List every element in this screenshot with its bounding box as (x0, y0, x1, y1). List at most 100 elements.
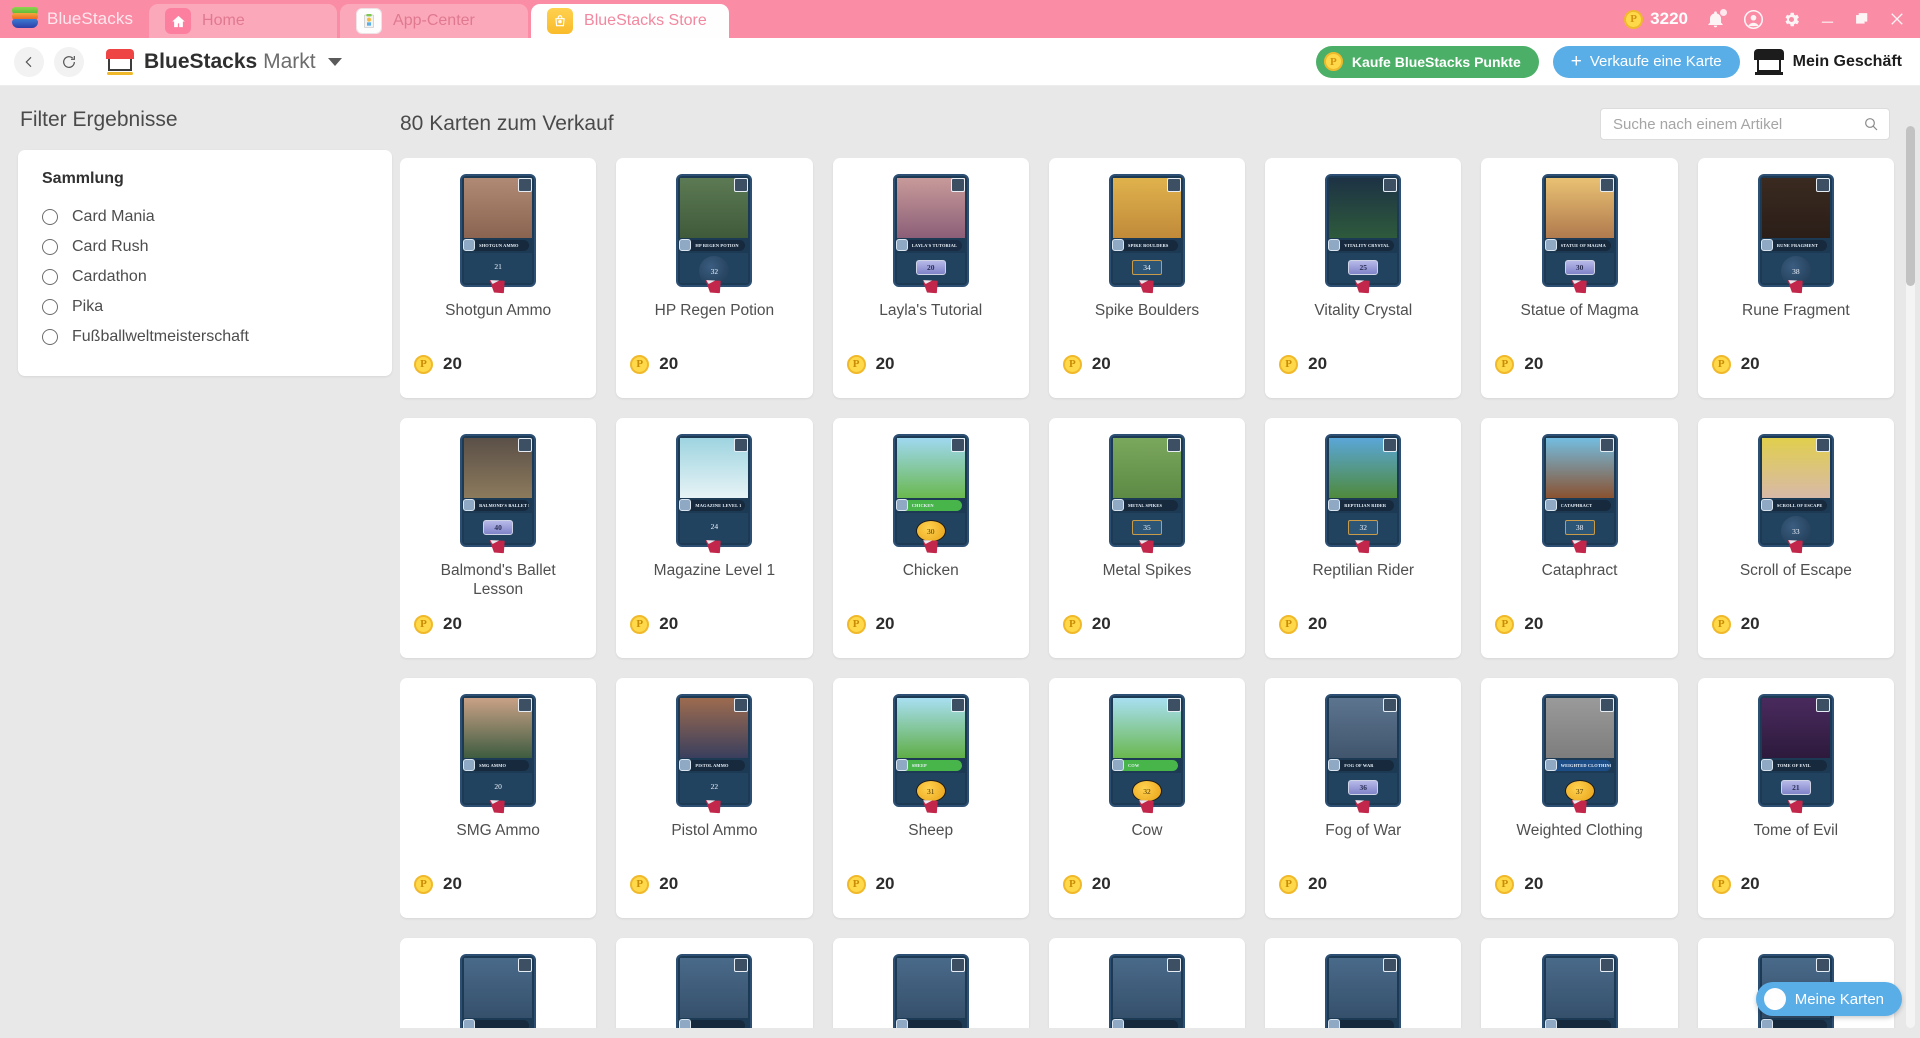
market-card[interactable]: P (1048, 938, 1246, 1028)
points-coin-icon: P (1624, 9, 1644, 29)
search-input[interactable] (1600, 108, 1890, 140)
card-artwork: Balmond's Ballet Lesson 40 (460, 434, 537, 547)
market-card[interactable]: Spike Boulders 34 Spike Boulders P 20 (1048, 158, 1246, 398)
cards-scroll-area[interactable]: Shotgun Ammo 21 Shotgun Ammo P 20 HP Regen Po… (400, 158, 1920, 1028)
market-card[interactable]: Rune Fragment 38 Rune Fragment P 20 (1697, 158, 1894, 398)
collection-option-2[interactable]: Cardathon (42, 262, 368, 292)
market-card[interactable]: Tome of Evil 21 Tome of Evil P 20 (1697, 678, 1894, 918)
card-price: P 20 (414, 614, 462, 634)
card-artwork (1325, 954, 1402, 1028)
radio-icon[interactable] (42, 209, 58, 225)
card-price-value: 20 (1524, 874, 1544, 893)
collection-group-title: Sammlung (42, 170, 124, 187)
card-price: P 20 (414, 874, 462, 894)
card-name: Weighted Clothing (1516, 822, 1643, 839)
card-art-name: Spike Boulders (1127, 243, 1169, 248)
card-price-value: 20 (1740, 614, 1760, 633)
market-card[interactable]: P (616, 938, 813, 1028)
gear-icon[interactable] (1782, 10, 1801, 29)
card-name: Vitality Crystal (1314, 302, 1413, 319)
back-arrow-icon[interactable] (14, 46, 44, 77)
element-icon (1760, 239, 1773, 251)
rarity-icon (518, 958, 533, 972)
card-artwork: Cataphract 38 (1541, 434, 1618, 547)
market-card[interactable]: Statue of Magma 30 Statue of Magma P 20 (1481, 158, 1678, 398)
market-card[interactable]: Shotgun Ammo 21 Shotgun Ammo P 20 (400, 158, 597, 398)
card-name: Layla's Tutorial (879, 302, 983, 319)
tab-bluestacks-store[interactable]: BlueStacks Store (531, 4, 729, 38)
element-icon (1760, 499, 1773, 511)
card-artwork: Chicken 30 (892, 434, 969, 547)
card-artwork: Tome of Evil 21 (1757, 694, 1834, 807)
radio-icon[interactable] (42, 299, 58, 315)
collection-option-1[interactable]: Card Rush (42, 232, 368, 262)
card-artwork (460, 954, 537, 1028)
points-indicator[interactable]: P 3220 (1624, 9, 1688, 29)
rarity-icon (1599, 958, 1614, 972)
card-price-value: 20 (875, 614, 895, 633)
account-icon[interactable] (1743, 9, 1764, 30)
card-value-badge: 21 (494, 262, 502, 271)
bell-icon[interactable] (1706, 8, 1727, 29)
market-card[interactable]: Sheep 31 Sheep P 20 (832, 678, 1029, 918)
tab-app-center[interactable]: App-Center (340, 4, 529, 38)
filter-sidebar: Filter Ergebnisse Sammlung Card Mania Car… (0, 86, 400, 1038)
radio-icon[interactable] (42, 239, 58, 255)
market-card[interactable]: P (400, 938, 597, 1028)
market-card[interactable]: Layla's Tutorial 20 Layla's Tutorial P 20 (832, 158, 1029, 398)
radio-icon[interactable] (42, 329, 58, 345)
card-artwork: Metal Spikes 35 (1108, 434, 1185, 547)
collection-option-4[interactable]: Fußballweltmeisterschaft (42, 322, 368, 352)
market-card[interactable]: Pistol Ammo 22 Pistol Ammo P 20 (616, 678, 813, 918)
points-coin-icon: P (630, 614, 650, 634)
market-card[interactable]: P (832, 938, 1029, 1028)
close-icon[interactable] (1888, 10, 1906, 28)
market-card[interactable]: HP Regen Potion 32 HP Regen Potion P 20 (616, 158, 813, 398)
card-price-value: 20 (875, 874, 895, 893)
market-card[interactable]: Magazine Level 1 24 Magazine Level 1 P 20 (616, 418, 813, 658)
market-card[interactable]: P (1481, 938, 1678, 1028)
market-card[interactable]: P (1265, 938, 1462, 1028)
minimize-icon[interactable] (1819, 11, 1836, 28)
market-card[interactable]: Fog of War 36 Fog of War P 20 (1265, 678, 1462, 918)
market-card[interactable]: Cataphract 38 Cataphract P 20 (1481, 418, 1678, 658)
card-art-name: HP Regen Potion (695, 243, 739, 248)
card-price-value: 20 (1740, 874, 1760, 893)
tab-home[interactable]: Home (149, 4, 338, 38)
buy-bluestacks-points-button[interactable]: P Kaufe BlueStacks Punkte (1315, 45, 1539, 78)
collection-option-3[interactable]: Pika (42, 292, 368, 322)
sell-card-button[interactable]: + Verkaufe eine Karte (1552, 45, 1740, 78)
element-icon (1328, 499, 1341, 511)
element-icon (1111, 1019, 1124, 1028)
rarity-icon (1166, 178, 1181, 192)
my-shop-button[interactable]: Mein Geschäft (1753, 48, 1902, 75)
card-name: Pistol Ammo (671, 822, 758, 839)
card-price: P 20 (846, 614, 895, 634)
radio-icon[interactable] (42, 269, 58, 285)
card-value-badge: 38 (1564, 520, 1595, 535)
market-card[interactable]: Reptilian Rider 32 Reptilian Rider P 20 (1265, 418, 1462, 658)
page-title-light: Markt (263, 49, 316, 73)
element-icon (1328, 239, 1341, 251)
card-price-value: 20 (1740, 354, 1760, 373)
vertical-scrollbar[interactable] (1906, 126, 1915, 1028)
my-cards-button[interactable]: Meine Karten (1755, 982, 1902, 1016)
maximize-icon[interactable] (1854, 11, 1870, 27)
market-card[interactable]: Vitality Crystal 25 Vitality Crystal P 20 (1265, 158, 1462, 398)
card-price: P 20 (1062, 354, 1111, 374)
points-coin-icon: P (1323, 52, 1343, 71)
market-card[interactable]: Metal Spikes 35 Metal Spikes P 20 (1048, 418, 1246, 658)
market-card[interactable]: Weighted Clothing 37 Weighted Clothing P 20 (1481, 678, 1678, 918)
element-icon (463, 499, 476, 511)
card-name: Cataphract (1541, 562, 1618, 579)
scrollbar-thumb[interactable] (1906, 126, 1915, 286)
collection-option-0[interactable]: Card Mania (42, 202, 368, 232)
market-card[interactable]: Chicken 30 Chicken P 20 (832, 418, 1029, 658)
market-card[interactable]: Cow 32 Cow P 20 (1048, 678, 1246, 918)
market-card[interactable]: Scroll of Escape 33 Scroll of Escape P 20 (1697, 418, 1894, 658)
market-card[interactable]: Balmond's Ballet Lesson40Balmond's Balle… (400, 418, 597, 658)
card-value-badge: 32 (1131, 780, 1162, 802)
chevron-down-icon[interactable] (327, 57, 342, 66)
reload-icon[interactable] (54, 46, 84, 77)
market-card[interactable]: SMG Ammo 20 SMG Ammo P 20 (400, 678, 597, 918)
